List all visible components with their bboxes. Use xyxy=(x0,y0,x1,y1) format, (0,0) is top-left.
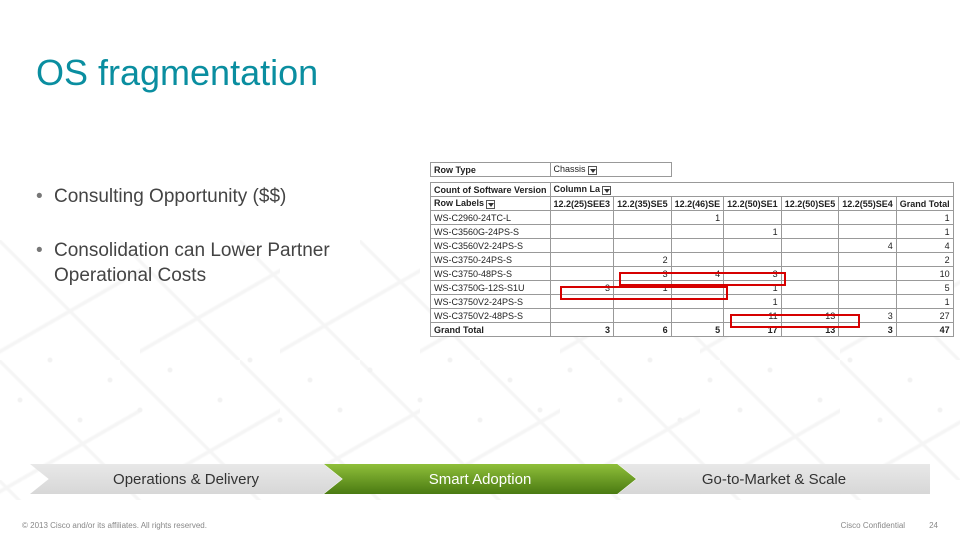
col-h-0: 12.2(25)SEE3 xyxy=(550,197,614,211)
col-h-4: 12.2(50)SE5 xyxy=(781,197,839,211)
footer-confidential: Cisco Confidential xyxy=(841,521,905,530)
table-row: WS-C3560G-24PS-S11 xyxy=(431,225,954,239)
chevron-3-label: Go-to-Market & Scale xyxy=(702,471,846,488)
chevron-row: Operations & Delivery Smart Adoption Go-… xyxy=(30,464,930,494)
chevron-1: Operations & Delivery xyxy=(30,464,342,494)
col-h-2: 12.2(46)SE xyxy=(671,197,724,211)
footer: © 2013 Cisco and/or its affiliates. All … xyxy=(22,521,938,530)
col-h-6: Grand Total xyxy=(896,197,953,211)
pivot-table: Row Type Chassis Count of Software Versi… xyxy=(430,162,930,337)
chevron-2-label: Smart Adoption xyxy=(429,471,532,488)
pivot-row-axis: Row Labels xyxy=(431,197,551,211)
table-row: WS-C3750-48PS-S34310 xyxy=(431,267,954,281)
chevron-3: Go-to-Market & Scale xyxy=(618,464,930,494)
slide-title: OS fragmentation xyxy=(36,52,318,94)
slide: OS fragmentation Consulting Opportunity … xyxy=(0,0,960,540)
table-row: WS-C3750V2-48PS-S1113327 xyxy=(431,309,954,323)
pivot-filter-value: Chassis xyxy=(550,163,671,177)
footer-page: 24 xyxy=(929,521,938,530)
pivot-count-label: Count of Software Version xyxy=(431,183,551,197)
col-h-3: 12.2(50)SE1 xyxy=(724,197,782,211)
grand-total-row: Grand Total 3 6 5 17 13 3 47 xyxy=(431,323,954,337)
chevron-2: Smart Adoption xyxy=(324,464,636,494)
table-row: WS-C3750V2-24PS-S11 xyxy=(431,295,954,309)
pivot-col-axis: Column La xyxy=(550,183,953,197)
table-row: WS-C3750G-12S-S1U3115 xyxy=(431,281,954,295)
col-h-1: 12.2(35)SE5 xyxy=(614,197,672,211)
table-row: WS-C3560V2-24PS-S44 xyxy=(431,239,954,253)
bullet-2: Consolidation can Lower Partner Operatio… xyxy=(36,238,406,289)
table-row: WS-C2960-24TC-L11 xyxy=(431,211,954,225)
dropdown-icon[interactable] xyxy=(486,200,495,209)
bullet-1: Consulting Opportunity ($$) xyxy=(36,184,406,210)
chevron-1-label: Operations & Delivery xyxy=(113,471,259,488)
table-row: WS-C3750-24PS-S22 xyxy=(431,253,954,267)
col-h-5: 12.2(55)SE4 xyxy=(839,197,897,211)
dropdown-icon[interactable] xyxy=(588,166,597,175)
footer-copyright: © 2013 Cisco and/or its affiliates. All … xyxy=(22,521,207,530)
pivot-filter-label: Row Type xyxy=(431,163,551,177)
dropdown-icon[interactable] xyxy=(602,186,611,195)
bullet-list: Consulting Opportunity ($$) Consolidatio… xyxy=(36,184,406,317)
